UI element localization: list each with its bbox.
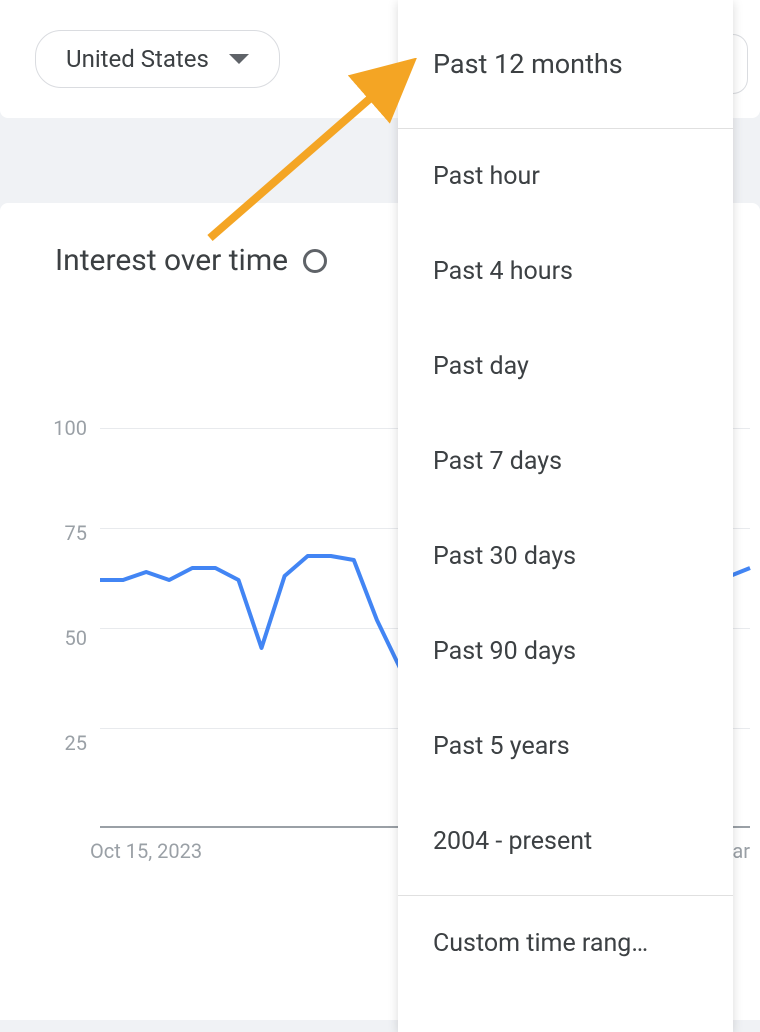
time-option-past-5-years[interactable]: Past 5 years [398,699,733,794]
x-axis-start-label: Oct 15, 2023 [90,839,202,863]
y-tick-100: 100 [53,416,87,440]
y-axis: 100 75 50 25 [45,428,95,848]
time-option-past-hour[interactable]: Past hour [398,129,733,224]
chevron-down-icon [229,54,249,64]
time-option-past-4-hours[interactable]: Past 4 hours [398,224,733,319]
y-tick-75: 75 [65,521,87,545]
time-dropdown-outline [733,34,748,94]
time-option-past-7-days[interactable]: Past 7 days [398,414,733,509]
time-range-dropdown-menu: Past 12 months Past hour Past 4 hours Pa… [398,0,733,1032]
time-option-past-30-days[interactable]: Past 30 days [398,509,733,604]
help-icon[interactable] [303,249,327,273]
time-option-past-90-days[interactable]: Past 90 days [398,604,733,699]
y-tick-25: 25 [65,731,87,755]
geo-dropdown-label: United States [66,45,209,73]
time-range-selected[interactable]: Past 12 months [398,0,733,129]
x-axis-end-label-fragment: ar [732,839,750,863]
time-option-custom[interactable]: Custom time rang… [398,896,733,991]
geo-dropdown[interactable]: United States [35,30,280,88]
chart-title: Interest over time [55,243,288,278]
time-option-2004-present[interactable]: 2004 - present [398,794,733,889]
time-option-past-day[interactable]: Past day [398,319,733,414]
y-tick-50: 50 [65,626,87,650]
